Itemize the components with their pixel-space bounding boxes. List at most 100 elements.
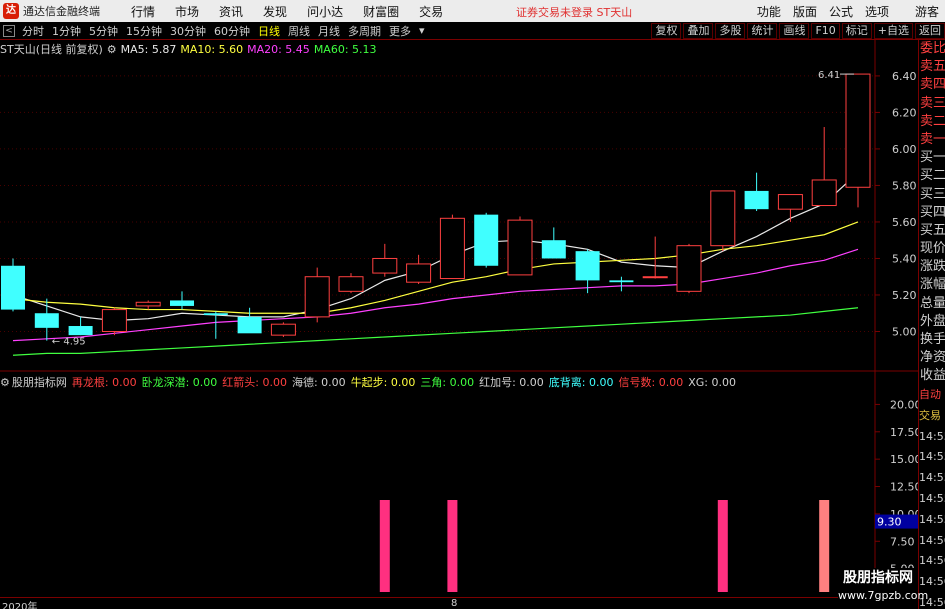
menu-item-quotes[interactable]: 行情 xyxy=(121,3,165,20)
statistics-button[interactable]: 统计 xyxy=(747,23,778,39)
indicator-settings-icon[interactable]: ⚙ xyxy=(0,376,10,389)
menu-item-options[interactable]: 选项 xyxy=(859,3,895,20)
candle-body-down xyxy=(541,240,566,259)
candle-body-up xyxy=(439,217,465,280)
period-tab[interactable]: 15分钟 xyxy=(122,23,166,39)
f10-button[interactable]: F10 xyxy=(811,23,840,39)
candle-body-down xyxy=(34,313,59,328)
draw-line-button[interactable]: 画线 xyxy=(779,23,810,39)
indicator-tick-label: 12.50 xyxy=(890,481,918,494)
indicator-title[interactable]: 股朋指标网 xyxy=(12,374,67,390)
signal-bar xyxy=(717,500,728,592)
year-label: 2020年 xyxy=(2,602,38,609)
menu-item-trade[interactable]: 交易 xyxy=(409,3,453,20)
candle-body-down xyxy=(203,313,228,316)
panel-label: 交易 xyxy=(919,408,941,422)
watermark-title: 股朋指标网 xyxy=(843,570,913,586)
candle-body-up xyxy=(270,323,296,336)
settings-icon[interactable]: ⚙ xyxy=(107,43,117,56)
candle-body-up xyxy=(101,309,127,332)
candle-body-up xyxy=(406,263,432,283)
candle-body-up xyxy=(845,73,871,188)
period-toolbar: < 分时 1分钟 5分钟 15分钟 30分钟 60分钟 日线 周线 月线 多周期… xyxy=(0,22,945,40)
chart-header: ST天山(日线 前复权) ⚙ MA5: 5.87 MA10: 5.60 MA20… xyxy=(0,41,381,57)
multi-stock-button[interactable]: 多股 xyxy=(715,23,746,39)
candle-body-down xyxy=(609,280,634,283)
tick-time: 14:56 xyxy=(919,533,945,547)
panel-label: 自动 xyxy=(919,388,941,401)
quote-label: 换手 xyxy=(920,332,945,347)
quote-label: 外盘 xyxy=(920,313,945,329)
quote-label: 买三 xyxy=(920,186,945,202)
period-tab[interactable]: 周线 xyxy=(284,23,314,39)
watermark-url: www.7gpzb.com xyxy=(838,589,929,602)
indicator-value: 牛起步: 0.00 xyxy=(350,376,416,389)
price-tick-label: 5.40 xyxy=(892,252,917,265)
period-tab[interactable]: 5分钟 xyxy=(85,23,122,39)
menu-item-guest[interactable]: 游客 xyxy=(909,3,945,20)
ma5-label: MA5: 5.87 xyxy=(120,42,177,56)
indicator-value: 红箭头: 0.00 xyxy=(222,376,287,389)
menu-item-function[interactable]: 功能 xyxy=(751,3,787,20)
mark-button[interactable]: 标记 xyxy=(841,23,872,39)
menu-item-formula[interactable]: 公式 xyxy=(823,3,859,20)
period-tab[interactable]: 60分钟 xyxy=(210,23,254,39)
candle-body-up xyxy=(777,194,803,210)
candle-body-up xyxy=(642,276,668,279)
candle-body-down xyxy=(68,326,93,336)
quote-label: 卖四 xyxy=(920,77,945,93)
menu-item-discover[interactable]: 发现 xyxy=(253,3,297,20)
period-tab-active[interactable]: 日线 xyxy=(254,23,284,39)
candle-body-up xyxy=(811,179,837,207)
candle-body-down xyxy=(237,316,262,334)
indicator-tick-label: 20.00 xyxy=(890,398,918,411)
menu-item-ask[interactable]: 问小达 xyxy=(297,3,353,20)
period-tab[interactable]: 分时 xyxy=(18,23,48,39)
candle-body-down xyxy=(744,190,769,210)
candle-body-up xyxy=(135,301,161,307)
quote-labels: 委比 卖五 卖四 卖三 卖二 卖一 买一 买二 买三 买四 买五 现价 涨跌 涨幅 总量 外盘 换手 净资 收益 xyxy=(919,40,945,386)
ma60-label: MA60: 5.13 xyxy=(313,42,377,56)
chart-area[interactable]: 6.40 6.20 6.00 5.80 5.60 5.40 5.20 5.00 6.41 ← 4.… xyxy=(0,40,918,609)
quote-side-panel: 委比 卖五 卖四 卖三 卖二 卖一 买一 买二 买三 买四 买五 现价 涨跌 涨幅 总量 外盘 换手 净资 收益 自… xyxy=(918,40,945,609)
menu-item-news[interactable]: 资讯 xyxy=(209,3,253,20)
price-tick-label: 6.00 xyxy=(892,143,917,156)
period-tab[interactable]: 多周期 xyxy=(344,23,385,39)
tick-times: 自动交易14:5514:5514:5514:5514:5514:5614:561… xyxy=(919,385,945,609)
candle-body-down xyxy=(575,251,600,281)
period-tab[interactable]: 1分钟 xyxy=(48,23,85,39)
price-tick-label: 5.80 xyxy=(892,179,917,192)
overlay-button[interactable]: 叠加 xyxy=(683,23,714,39)
indicator-header: ⚙ 股朋指标网 再龙根: 0.00 卧龙深潜: 0.00 红箭头: 0.00 海… xyxy=(0,374,741,390)
indicator-value: 信号数: 0.00 xyxy=(618,376,684,389)
low-price-label: ← 4.95 xyxy=(52,337,86,348)
indicator-value: 红加号: 0.00 xyxy=(479,376,544,389)
period-tab[interactable]: 月线 xyxy=(314,23,344,39)
ma20-label: MA20: 5.45 xyxy=(247,42,310,56)
adjust-button[interactable]: 复权 xyxy=(651,23,682,39)
more-dropdown-icon[interactable]: ▾ xyxy=(415,24,429,37)
title-bar: 达 通达信金融终端 行情 市场 资讯 发现 问小达 财富圈 交易 证券交易未登录… xyxy=(0,0,945,22)
period-tab[interactable]: 30分钟 xyxy=(166,23,210,39)
menu-item-market[interactable]: 市场 xyxy=(165,3,209,20)
watermark: 股朋指标网 www.7gpzb.com xyxy=(838,568,929,609)
tick-time: 14:55 xyxy=(919,491,945,505)
signal-bar xyxy=(447,500,458,592)
current-value-label: 9.30 xyxy=(877,516,902,529)
menu-item-wealth[interactable]: 财富圈 xyxy=(353,3,409,20)
stock-title[interactable]: ST天山(日线 前复权) xyxy=(0,41,103,57)
period-tab-more[interactable]: 更多 xyxy=(385,23,415,39)
back-button[interactable]: 返回 xyxy=(915,23,945,39)
add-watchlist-button[interactable]: +自选 xyxy=(873,23,913,39)
quote-label: 买一 xyxy=(920,150,945,166)
price-tick-label: 5.00 xyxy=(892,325,917,338)
price-tick-label: 6.40 xyxy=(892,70,917,83)
indicator-tick-label: 17.50 xyxy=(890,426,918,439)
back-arrow-icon[interactable]: < xyxy=(3,24,15,37)
price-tick-label: 5.60 xyxy=(892,216,917,229)
tick-time: 14:55 xyxy=(919,450,945,464)
tick-time: 14:55 xyxy=(919,471,945,485)
menu-item-layout[interactable]: 版面 xyxy=(787,3,823,20)
app-logo: 达 xyxy=(3,3,19,19)
tick-time: 14:55 xyxy=(919,429,945,443)
